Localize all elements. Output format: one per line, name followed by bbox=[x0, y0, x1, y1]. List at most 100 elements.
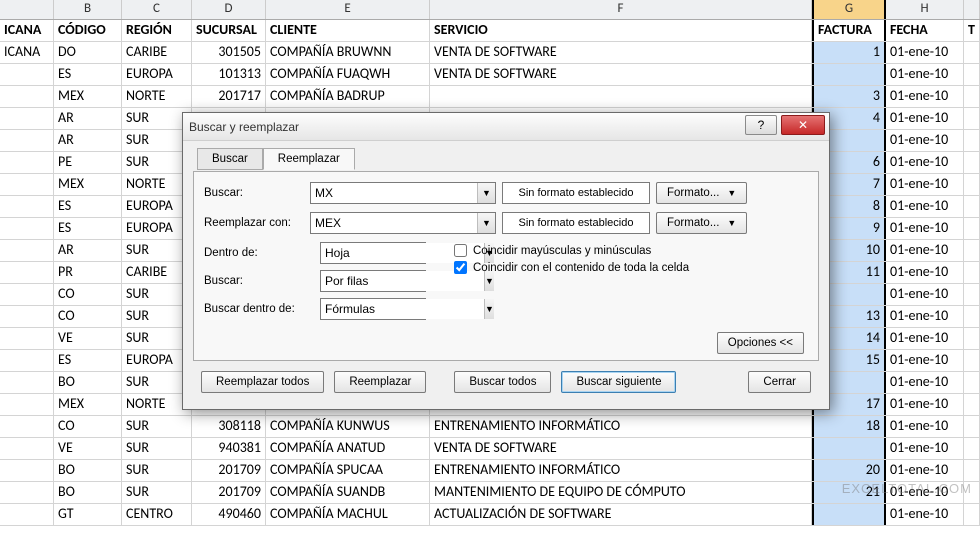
cell[interactable]: BO bbox=[54, 460, 122, 481]
column-header[interactable] bbox=[0, 0, 54, 19]
cell[interactable] bbox=[964, 218, 980, 239]
cell[interactable]: 301505 bbox=[192, 42, 266, 63]
cell[interactable]: VENTA DE SOFTWARE bbox=[430, 438, 812, 459]
cell[interactable]: 20 bbox=[812, 460, 886, 481]
find-combo[interactable]: ▼ bbox=[310, 182, 496, 204]
cell[interactable]: COMPAÑÍA MACHUL bbox=[266, 504, 430, 525]
cell[interactable] bbox=[0, 306, 54, 327]
cell[interactable]: 01-ene-10 bbox=[886, 240, 964, 261]
cell[interactable]: 01-ene-10 bbox=[886, 460, 964, 481]
cell[interactable] bbox=[964, 64, 980, 85]
cell[interactable] bbox=[964, 306, 980, 327]
chevron-down-icon[interactable]: ▼ bbox=[477, 213, 495, 233]
cell[interactable]: BO bbox=[54, 482, 122, 503]
cell[interactable]: ES bbox=[54, 196, 122, 217]
cell[interactable]: VE bbox=[54, 438, 122, 459]
cell[interactable] bbox=[0, 482, 54, 503]
matchentire-input[interactable] bbox=[454, 261, 467, 274]
cell[interactable]: SUR bbox=[122, 460, 192, 481]
cell[interactable]: AR bbox=[54, 130, 122, 151]
cell[interactable]: 01-ene-10 bbox=[886, 262, 964, 283]
cell[interactable]: CO bbox=[54, 416, 122, 437]
cell[interactable] bbox=[0, 416, 54, 437]
cell[interactable]: ICANA bbox=[0, 42, 54, 63]
cell[interactable] bbox=[964, 328, 980, 349]
cell[interactable] bbox=[812, 438, 886, 459]
cell[interactable]: 101313 bbox=[192, 64, 266, 85]
cell[interactable] bbox=[964, 108, 980, 129]
column-header[interactable]: G bbox=[812, 0, 886, 19]
cell[interactable]: COMPAÑÍA SUANDB bbox=[266, 482, 430, 503]
cell[interactable]: CO bbox=[54, 284, 122, 305]
lookin-select[interactable]: ▼ bbox=[320, 298, 426, 320]
find-format-button[interactable]: Formato...▼ bbox=[656, 182, 747, 204]
cell[interactable]: VENTA DE SOFTWARE bbox=[430, 64, 812, 85]
cell[interactable]: 1 bbox=[812, 42, 886, 63]
cell[interactable] bbox=[0, 504, 54, 525]
cell[interactable]: AR bbox=[54, 240, 122, 261]
cell[interactable] bbox=[964, 460, 980, 481]
column-header[interactable]: E bbox=[266, 0, 430, 19]
cell[interactable] bbox=[964, 504, 980, 525]
header-cell[interactable]: CÓDIGO bbox=[54, 20, 122, 41]
cell[interactable] bbox=[0, 196, 54, 217]
cell[interactable]: 01-ene-10 bbox=[886, 306, 964, 327]
cell[interactable] bbox=[964, 152, 980, 173]
cell[interactable]: 01-ene-10 bbox=[886, 130, 964, 151]
cell[interactable] bbox=[0, 460, 54, 481]
cell[interactable] bbox=[0, 174, 54, 195]
dialog-titlebar[interactable]: Buscar y reemplazar ? ✕ bbox=[183, 113, 829, 141]
cell[interactable] bbox=[964, 394, 980, 415]
cell[interactable]: COMPAÑÍA BADRUP bbox=[266, 86, 430, 107]
cell[interactable]: 3 bbox=[812, 86, 886, 107]
column-header[interactable]: D bbox=[192, 0, 266, 19]
replace-combo[interactable]: ▼ bbox=[310, 212, 496, 234]
cell[interactable]: 01-ene-10 bbox=[886, 372, 964, 393]
cell[interactable] bbox=[964, 240, 980, 261]
cell[interactable] bbox=[0, 64, 54, 85]
cell[interactable] bbox=[812, 64, 886, 85]
cell[interactable]: MEX bbox=[54, 394, 122, 415]
cell[interactable]: 01-ene-10 bbox=[886, 504, 964, 525]
cell[interactable] bbox=[0, 438, 54, 459]
cell[interactable]: DO bbox=[54, 42, 122, 63]
findnext-button[interactable]: Buscar siguiente bbox=[561, 371, 676, 393]
column-header[interactable] bbox=[964, 0, 980, 19]
cell[interactable]: NORTE bbox=[122, 86, 192, 107]
cell[interactable] bbox=[964, 196, 980, 217]
cell[interactable]: CO bbox=[54, 306, 122, 327]
cell[interactable]: 01-ene-10 bbox=[886, 108, 964, 129]
cell[interactable]: 490460 bbox=[192, 504, 266, 525]
cell[interactable]: SUR bbox=[122, 438, 192, 459]
cell[interactable]: BO bbox=[54, 372, 122, 393]
cell[interactable] bbox=[964, 174, 980, 195]
cell[interactable] bbox=[964, 372, 980, 393]
cell[interactable] bbox=[0, 240, 54, 261]
cell[interactable]: COMPAÑÍA SPUCAA bbox=[266, 460, 430, 481]
replace-input[interactable] bbox=[311, 213, 477, 233]
cell[interactable]: 01-ene-10 bbox=[886, 86, 964, 107]
cell[interactable] bbox=[0, 130, 54, 151]
within-select[interactable]: ▼ bbox=[320, 242, 426, 264]
cell[interactable]: VE bbox=[54, 328, 122, 349]
cell[interactable]: SUR bbox=[122, 416, 192, 437]
cell[interactable]: 01-ene-10 bbox=[886, 174, 964, 195]
header-cell[interactable]: FECHA bbox=[886, 20, 964, 41]
cell[interactable]: 01-ene-10 bbox=[886, 416, 964, 437]
replace-button[interactable]: Reemplazar bbox=[334, 371, 426, 393]
column-header[interactable]: C bbox=[122, 0, 192, 19]
cell[interactable] bbox=[964, 86, 980, 107]
cell[interactable]: COMPAÑÍA ANATUD bbox=[266, 438, 430, 459]
cell[interactable]: GT bbox=[54, 504, 122, 525]
cell[interactable]: 201709 bbox=[192, 460, 266, 481]
tab-replace[interactable]: Reemplazar bbox=[263, 148, 355, 170]
cell[interactable] bbox=[0, 218, 54, 239]
cell[interactable]: COMPAÑÍA BRUWNN bbox=[266, 42, 430, 63]
help-button[interactable]: ? bbox=[745, 115, 777, 135]
cell[interactable]: ENTRENAMIENTO INFORMÁTICO bbox=[430, 416, 812, 437]
cell[interactable]: COMPAÑÍA KUNWUS bbox=[266, 416, 430, 437]
cell[interactable] bbox=[0, 284, 54, 305]
cell[interactable]: ENTRENAMIENTO INFORMÁTICO bbox=[430, 460, 812, 481]
searchby-select[interactable]: ▼ bbox=[320, 270, 426, 292]
cell[interactable] bbox=[812, 504, 886, 525]
